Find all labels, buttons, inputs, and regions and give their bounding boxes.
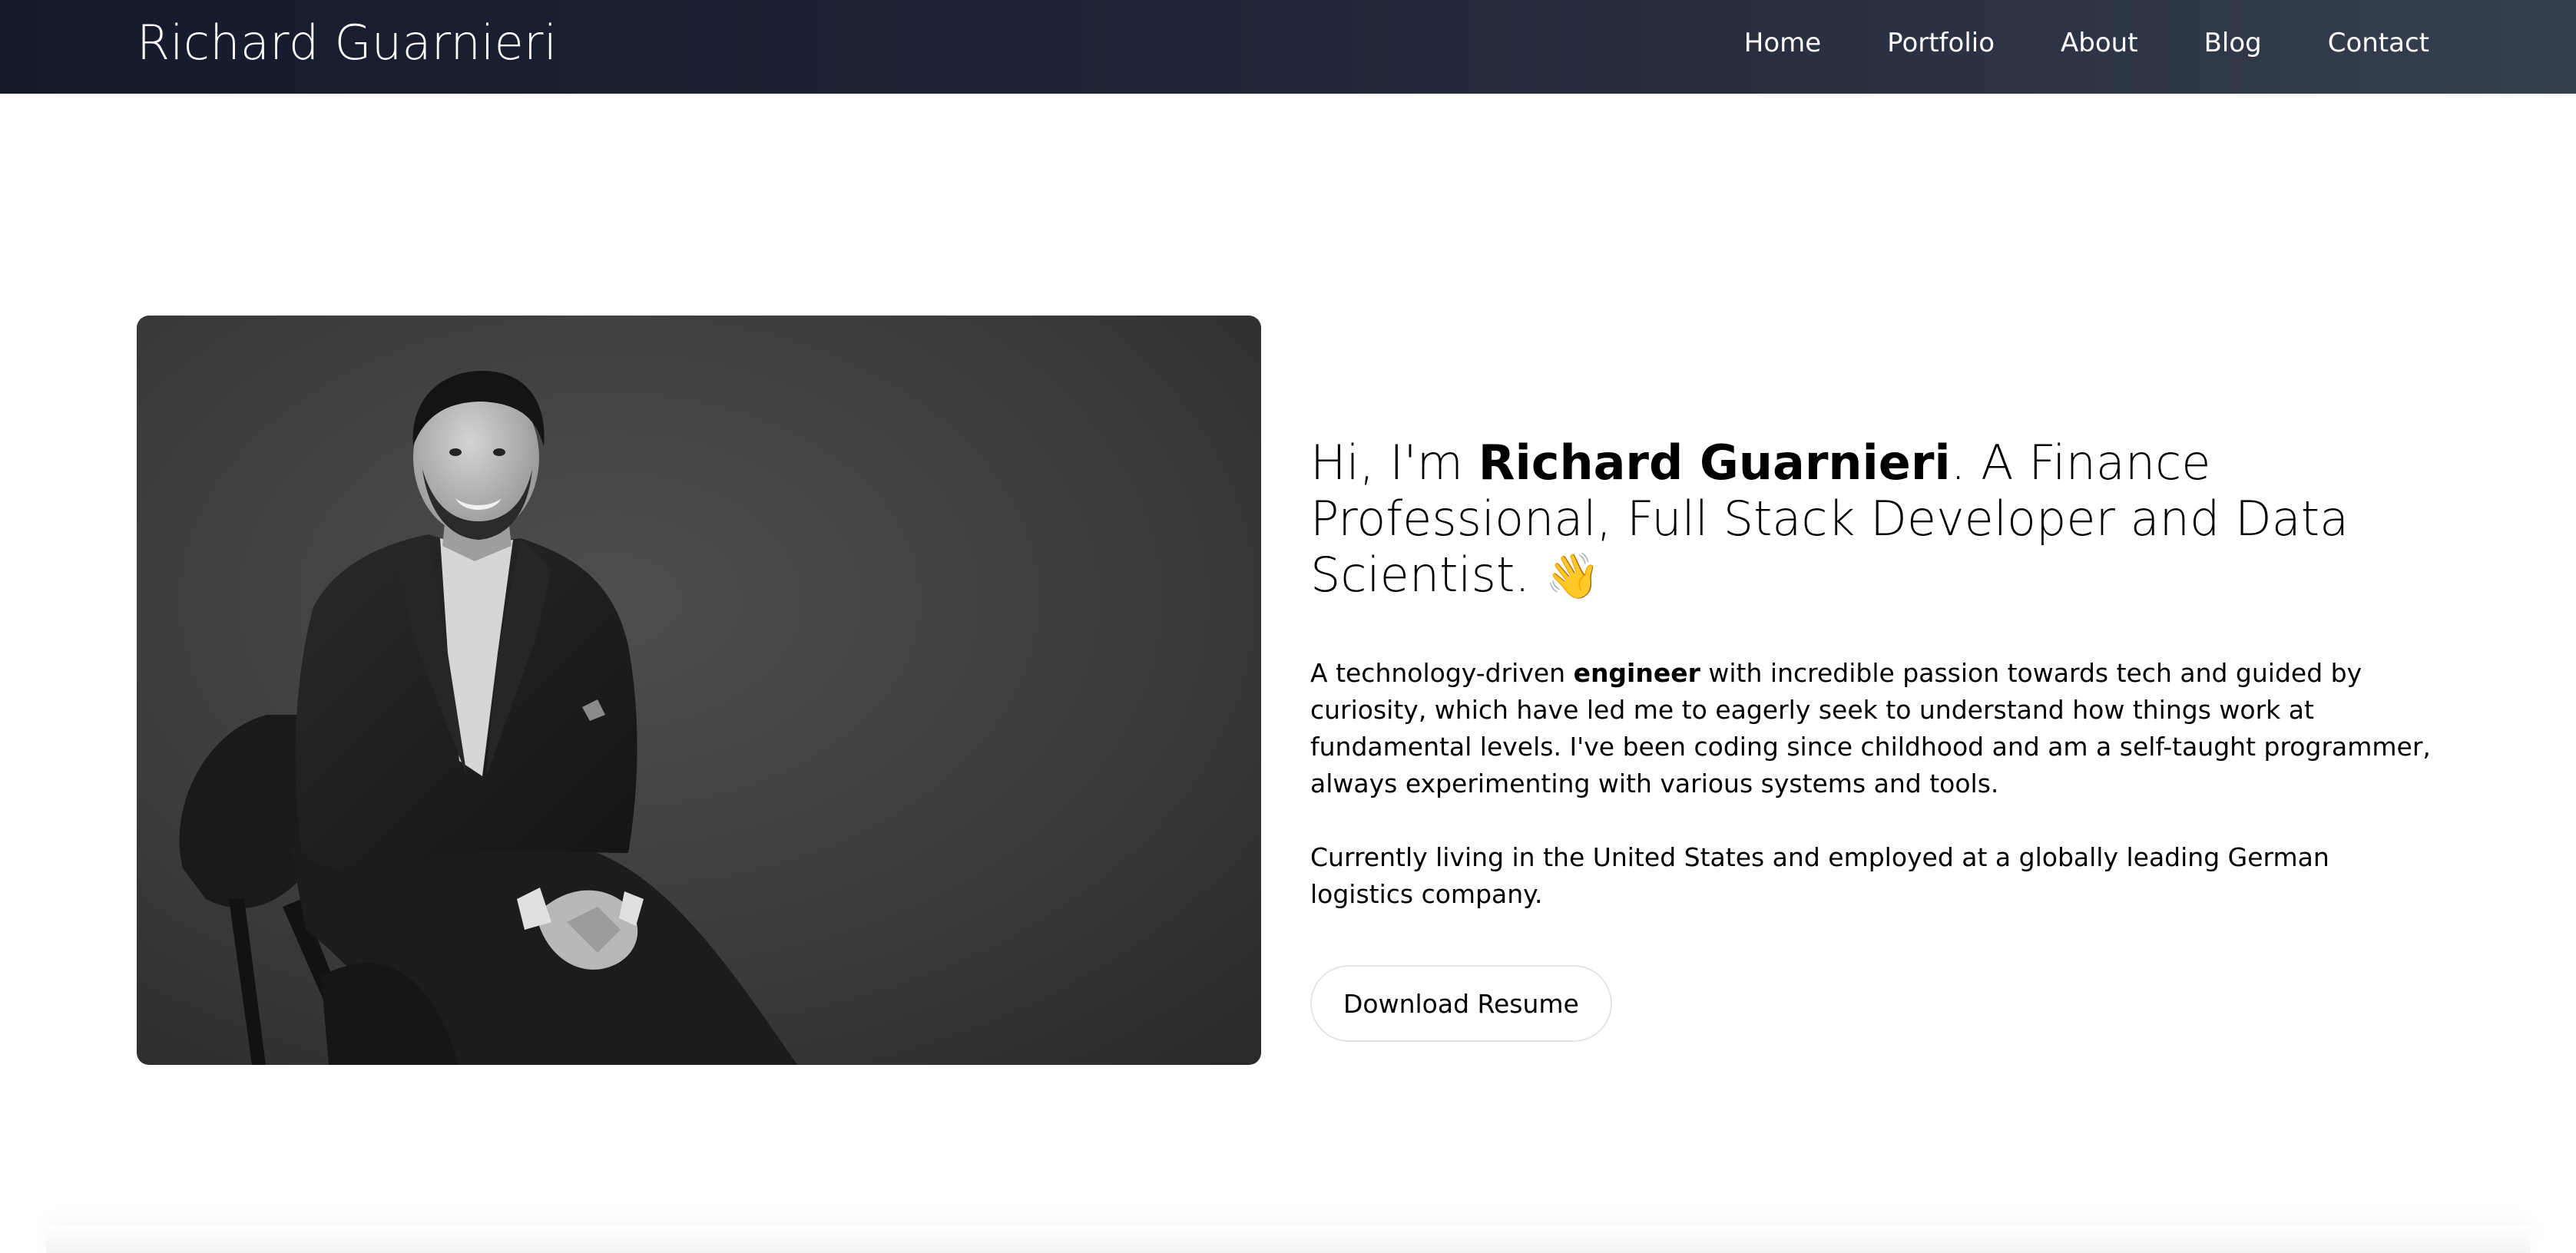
nav-item-contact: Contact	[2328, 21, 2429, 64]
headline-prefix: Hi, I'm	[1310, 435, 1478, 491]
bio-paragraph-2: Currently living in the United States an…	[1310, 842, 2329, 909]
headline-name: Richard Guarnieri	[1478, 435, 1951, 491]
brand-logo-link[interactable]: Richard Guarnieri	[137, 11, 557, 75]
intro-text: Hi, I'm Richard Guarnieri. A Finance Pro…	[1310, 435, 2439, 1042]
nav-link-blog[interactable]: Blog	[2204, 28, 2262, 58]
nav-item-portfolio: Portfolio	[1887, 21, 1995, 64]
profile-photo	[137, 316, 1261, 1065]
nav-item-about: About	[2061, 21, 2138, 64]
top-navbar: Richard Guarnieri Home Portfolio About B…	[0, 0, 2576, 94]
next-section-edge	[46, 1225, 2530, 1253]
waving-hand-icon: 👋	[1545, 550, 1601, 602]
nav-item-home: Home	[1744, 21, 1821, 64]
nav-link-contact[interactable]: Contact	[2328, 28, 2429, 58]
hero-headline: Hi, I'm Richard Guarnieri. A Finance Pro…	[1310, 435, 2439, 603]
nav-menu: Home Portfolio About Blog Contact	[1744, 21, 2429, 64]
download-resume-button[interactable]: Download Resume	[1310, 965, 1612, 1042]
bio-paragraph-1: A technology-driven engineer with incred…	[1310, 655, 2439, 802]
nav-link-home[interactable]: Home	[1744, 28, 1821, 58]
bio-bold-engineer: engineer	[1573, 658, 1700, 688]
portrait-photo-icon	[137, 316, 1261, 1065]
bio-text-start: A technology-driven	[1310, 658, 1574, 688]
nav-item-blog: Blog	[2204, 21, 2262, 64]
nav-link-portfolio[interactable]: Portfolio	[1887, 28, 1995, 58]
nav-link-about[interactable]: About	[2061, 28, 2138, 58]
